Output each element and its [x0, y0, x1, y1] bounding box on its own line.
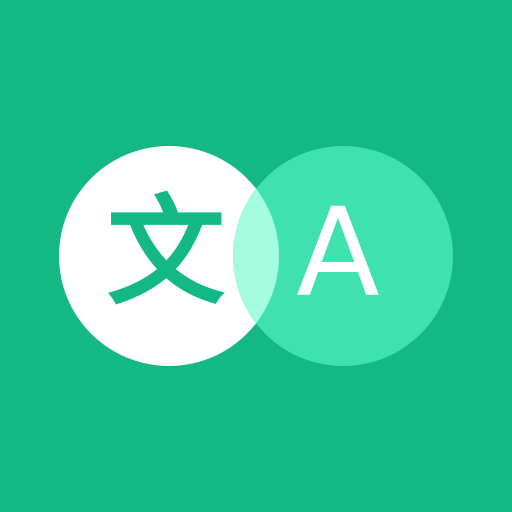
source-glyph-icon: 文: [106, 183, 225, 321]
translate-app-icon: 文 A: [0, 0, 512, 512]
target-glyph-icon: A: [296, 182, 380, 324]
circle-overlap: [233, 146, 279, 366]
